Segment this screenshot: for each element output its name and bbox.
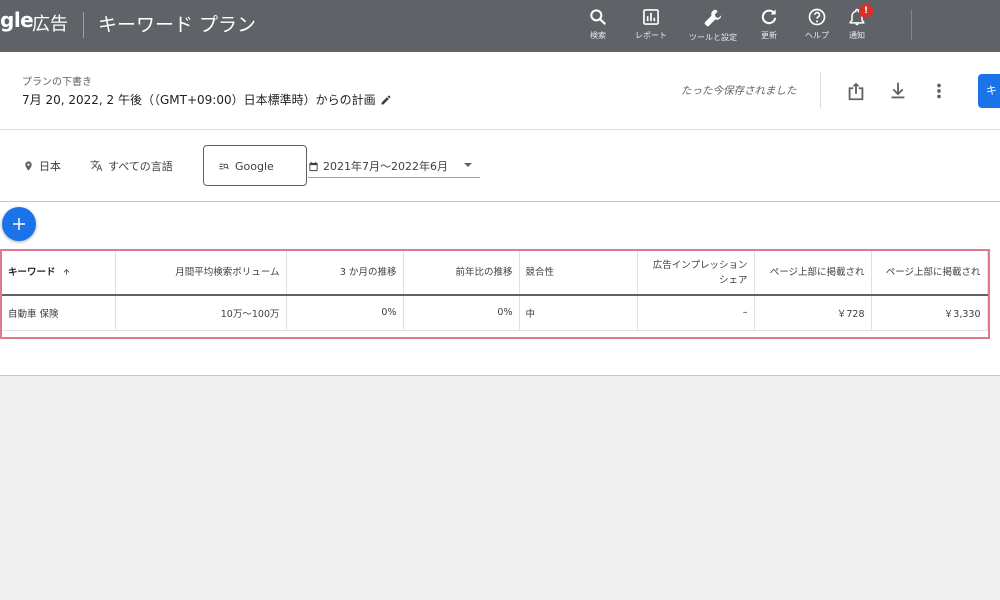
plan-name[interactable]: 7月 20, 2022, 2 午後（（GMT+09:00）日本標準時）からの計画	[22, 91, 392, 108]
header-keyword[interactable]: キーワード	[2, 251, 116, 296]
header-separator	[820, 72, 821, 108]
plan-draft-label: プランの下書き	[22, 77, 92, 88]
language-filter[interactable]: すべての言語	[90, 158, 173, 174]
translate-icon	[90, 160, 103, 171]
language-label: すべての言語	[108, 160, 173, 173]
header-top-bid-high[interactable]: ページ上部に掲載され	[871, 251, 988, 296]
app-title: キーワード プラン	[98, 14, 257, 36]
cell-three-month-change: 0%	[286, 295, 404, 331]
keyword-table-highlight: キーワード 月間平均検索ボリューム 3 か月の推移 前年比の推移 競合性 広告イ…	[0, 249, 990, 339]
topbar-separator	[911, 10, 912, 40]
help-icon	[808, 8, 826, 26]
cell-top-bid-low: ￥728	[754, 295, 872, 331]
header-competition[interactable]: 競合性	[519, 251, 638, 296]
table-row[interactable]: 自動車 保険 10万～100万 0% 0% 中 – ￥728 ￥3,330	[2, 295, 988, 331]
wrench-icon	[704, 9, 722, 27]
share-icon[interactable]	[845, 80, 867, 102]
keyword-content-area: キーワード 月間平均検索ボリューム 3 か月の推移 前年比の推移 競合性 広告イ…	[0, 202, 1000, 376]
cell-top-bid-high: ￥3,330	[871, 295, 988, 331]
pencil-icon[interactable]	[380, 94, 392, 106]
cell-yoy-change: 0%	[403, 295, 520, 331]
header-top-bid-low[interactable]: ページ上部に掲載され	[754, 251, 872, 296]
header-truncated[interactable]: ア	[987, 251, 988, 296]
more-vert-icon[interactable]	[928, 80, 950, 102]
search-button[interactable]: 検索	[568, 7, 628, 41]
network-filter[interactable]: Google	[203, 145, 307, 186]
search-icon	[590, 9, 606, 25]
reports-label: レポート	[635, 31, 667, 40]
location-label: 日本	[39, 160, 61, 173]
search-label: 検索	[590, 31, 606, 40]
brand-logo-text: gle	[0, 8, 34, 32]
keyword-table: キーワード 月間平均検索ボリューム 3 か月の推移 前年比の推移 競合性 広告イ…	[2, 251, 988, 331]
chevron-down-icon	[464, 163, 472, 167]
add-icon	[13, 218, 25, 230]
notifications-button[interactable]: ! 通知	[827, 4, 887, 41]
tools-settings-button[interactable]: ツールと設定	[683, 7, 743, 43]
plan-header: プランの下書き 7月 20, 2022, 2 午後（（GMT+09:00）日本標…	[0, 52, 1000, 130]
primary-action-button[interactable]: キ	[978, 74, 1000, 108]
reports-button[interactable]: レポート	[621, 7, 681, 41]
table-header-row: キーワード 月間平均検索ボリューム 3 か月の推移 前年比の推移 競合性 広告イ…	[2, 251, 988, 296]
brand-ads-label: 広告	[32, 14, 68, 35]
network-label: Google	[235, 160, 274, 173]
refresh-icon	[761, 9, 777, 25]
date-range-dropdown[interactable]: 2021年7月〜2022年6月	[308, 156, 480, 178]
reports-icon	[643, 9, 659, 25]
save-status: たった今保存されました	[681, 85, 797, 97]
download-icon[interactable]	[887, 80, 909, 102]
topbar-divider	[83, 12, 84, 38]
add-keyword-button[interactable]	[2, 207, 36, 241]
header-monthly-searches[interactable]: 月間平均検索ボリューム	[115, 251, 287, 296]
cell-impression-share: –	[637, 295, 755, 331]
search-network-icon	[219, 163, 229, 170]
top-app-bar: gle 広告 キーワード プラン 検索 レポート ツールと設定 更新 ヘルプ !…	[0, 0, 1000, 52]
calendar-icon	[309, 161, 318, 172]
filter-bar: 日本 すべての言語 Google 2021年7月〜2022年6月	[0, 130, 1000, 202]
notification-badge: !	[859, 4, 873, 18]
header-yoy-change[interactable]: 前年比の推移	[403, 251, 520, 296]
date-range-label: 2021年7月〜2022年6月	[323, 160, 448, 173]
sort-arrow-up-icon	[63, 269, 69, 275]
header-impression-share[interactable]: 広告インプレッションシェア	[637, 251, 755, 296]
notifications-label: 通知	[849, 31, 865, 40]
location-filter[interactable]: 日本	[23, 158, 61, 174]
cell-competition: 中	[519, 295, 638, 331]
header-three-month-change[interactable]: 3 か月の推移	[286, 251, 404, 296]
location-pin-icon	[25, 161, 32, 171]
tools-settings-label: ツールと設定	[689, 33, 737, 42]
cell-monthly-searches: 10万～100万	[115, 295, 287, 331]
cell-truncated	[987, 295, 988, 331]
plan-name-text: 7月 20, 2022, 2 午後（（GMT+09:00）日本標準時）からの計画	[22, 93, 376, 107]
cell-keyword: 自動車 保険	[2, 295, 116, 331]
